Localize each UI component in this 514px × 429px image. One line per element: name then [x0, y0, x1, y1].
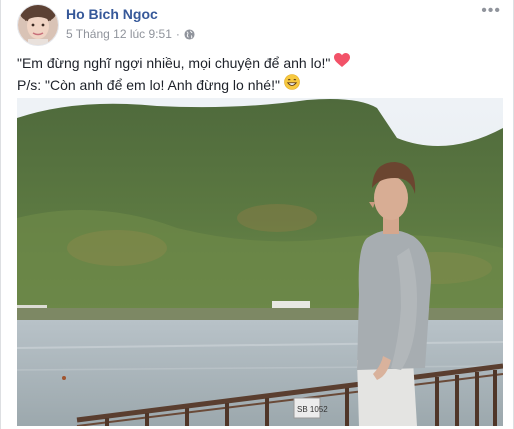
- post-photo[interactable]: SB 1052: [17, 98, 503, 426]
- railing-sign-text: SB 1052: [297, 405, 328, 414]
- photo-scene: SB 1052: [17, 98, 503, 426]
- post-text-line-1: "Em đừng nghĩ ngợi nhiều, mọi chuyện để …: [17, 52, 501, 74]
- author-avatar[interactable]: [17, 4, 59, 46]
- meta-separator: ·: [175, 27, 180, 41]
- post-meta: 5 Tháng 12 lúc 9:51 ·: [66, 27, 195, 41]
- author-name[interactable]: Ho Bich Ngoc: [66, 6, 158, 22]
- globe-icon[interactable]: [184, 28, 195, 40]
- avatar-image: [18, 5, 58, 45]
- post-text-line-2-content: P/s: "Còn anh để em lo! Anh đừng lo nhé!…: [17, 77, 280, 93]
- more-options-icon[interactable]: •••: [481, 3, 501, 19]
- facebook-post: Ho Bich Ngoc 5 Tháng 12 lúc 9:51 · ••• "…: [0, 0, 514, 429]
- post-timestamp[interactable]: 5 Tháng 12 lúc 9:51: [66, 27, 172, 41]
- grinning-face-icon: [284, 74, 300, 96]
- post-text-line-2: P/s: "Còn anh để em lo! Anh đừng lo nhé!…: [17, 74, 501, 96]
- pink-heart-icon: [334, 52, 351, 74]
- post-text: "Em đừng nghĩ ngợi nhiều, mọi chuyện để …: [17, 52, 501, 96]
- post-text-line-1-content: "Em đừng nghĩ ngợi nhiều, mọi chuyện để …: [17, 55, 331, 71]
